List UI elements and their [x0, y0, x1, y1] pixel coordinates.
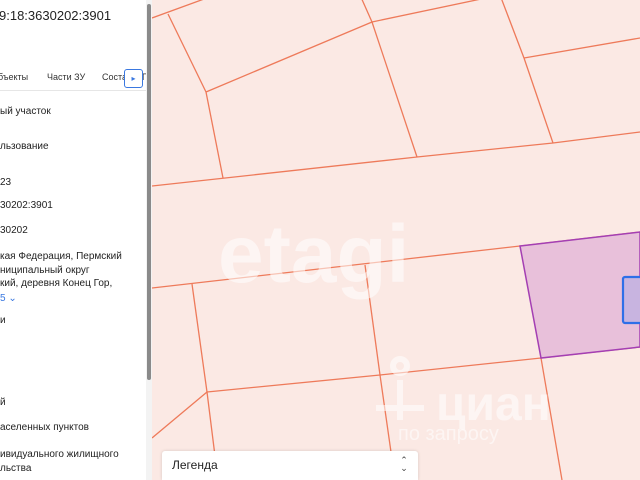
panel-scrollbar-thumb[interactable]: [147, 4, 151, 380]
land-category-value: аселенных пунктов: [0, 422, 89, 433]
up-down-chevron-icon[interactable]: ⌃ ⌄: [398, 456, 410, 474]
address-line: ниципальный округ: [0, 264, 90, 276]
field-value: й: [0, 397, 6, 408]
tab-objects[interactable]: бъекты: [0, 72, 28, 82]
address-value: кая Федерация, Пермский ниципальный окру…: [0, 250, 122, 291]
parcel-boundary: [361, 0, 373, 23]
cadastral-title: 9:18:3630202:3901: [0, 8, 112, 23]
parcel-boundary: [371, 21, 418, 158]
parcel-boundary: [371, 0, 480, 23]
address-line: кая Федерация, Пермский: [0, 251, 122, 262]
parcel-boundary: [152, 391, 208, 439]
tab-bar: бъекты Части ЗУ Соста Г ▸: [0, 68, 148, 91]
usage-value: льзование: [0, 141, 49, 152]
object-info-panel: 9:18:3630202:3901 бъекты Части ЗУ Соста …: [0, 0, 148, 480]
parcel-boundary: [523, 57, 554, 144]
show-more-link[interactable]: 5 ⌄: [0, 293, 17, 304]
field-value: и: [0, 315, 6, 326]
cadastral-map[interactable]: etagi циан по запросу: [152, 0, 640, 480]
object-type-value: ый участок: [0, 106, 51, 117]
tab-land-parts[interactable]: Части ЗУ: [47, 72, 85, 82]
chevron-right-icon: ▸: [131, 74, 136, 83]
building-outline: [621, 275, 640, 325]
parcel-boundary: [501, 0, 525, 59]
parcel-boundary: [205, 21, 373, 93]
legend-label: Легенда: [172, 458, 218, 472]
map-canvas[interactable]: etagi циан по запросу: [152, 0, 640, 480]
tab-scroll-button[interactable]: ▸: [124, 69, 143, 88]
cadastral-quarter-value: 30202: [0, 225, 28, 236]
legend-panel[interactable]: Легенда ⌃ ⌄: [162, 451, 418, 480]
road-edge: [152, 131, 640, 187]
parcel-boundary: [191, 283, 208, 393]
parcel-boundary: [205, 91, 224, 179]
etagi-watermark: etagi: [218, 209, 409, 300]
parcel-boundary: [152, 0, 204, 19]
parcel-boundary: [167, 13, 207, 93]
permitted-use-value: ивидуального жилищного льства: [0, 449, 119, 474]
year-value: 23: [0, 177, 12, 188]
address-line: кий, деревня Конец Гор,: [0, 278, 113, 289]
cian-watermark-subtext: по запросу: [398, 423, 499, 445]
cian-watermark: [376, 356, 424, 420]
chevron-down-icon: ⌄: [8, 293, 17, 304]
parcel-boundary: [523, 37, 640, 59]
cadastral-number-value: 30202:3901: [0, 200, 53, 211]
